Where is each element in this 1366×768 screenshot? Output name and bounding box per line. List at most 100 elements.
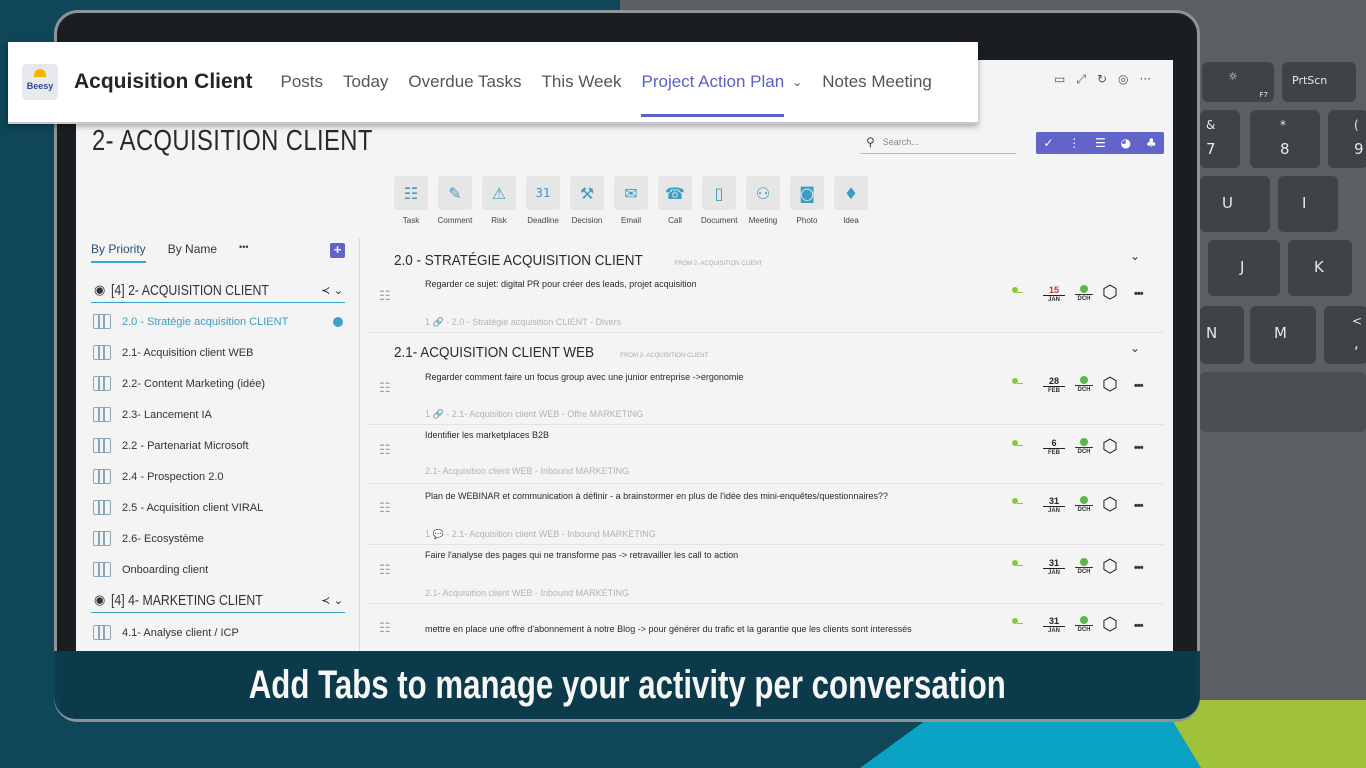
pin-icon[interactable] [1012,618,1023,628]
status-hexagon-icon[interactable]: ⬡ [1102,614,1118,635]
sidebar-item-lancement-ia[interactable]: 2.3- Lancement IA [93,407,212,422]
key-prtscn: PrtScn [1282,62,1356,102]
sidebar-item-acquisition-web[interactable]: 2.1- Acquisition client WEB [93,345,253,360]
owner-badge[interactable]: DCH [1073,285,1095,303]
sidebar-item-ecosysteme[interactable]: 2.6- Ecosystème [93,531,204,546]
share-collapse-icon[interactable]: ≺ ⌄ [321,284,343,297]
pin-icon[interactable] [1012,287,1023,297]
group-icon: ◉ [94,283,106,298]
task-title[interactable]: Regarder comment faire un focus group av… [425,372,743,382]
pin-icon[interactable] [1012,498,1023,508]
due-date[interactable]: 6 FEB [1043,438,1065,457]
comment-action-button[interactable]: ✎ Comment [437,176,473,225]
chevron-down-icon[interactable]: ⌄ [1130,341,1140,355]
owner-badge[interactable]: DCH [1073,438,1095,456]
status-hexagon-icon[interactable]: ⬡ [1102,556,1118,577]
search-input[interactable]: Search... [883,137,919,147]
section-header: 2.1- ACQUISITION CLIENT WEB FROM 2- ACQU… [394,344,709,361]
pin-icon[interactable] [1012,560,1023,570]
due-date[interactable]: 31 JAN [1043,496,1065,515]
share-collapse-icon[interactable]: ≺ ⌄ [321,594,343,607]
task-action-button[interactable]: ☷ Task [393,176,429,225]
tab-today[interactable]: Today [343,41,388,123]
photo-action-button[interactable]: ◙ Photo [789,176,825,225]
chevron-down-icon[interactable]: ⌄ [1130,249,1140,263]
group-header-acquisition[interactable]: ◉ [4] 2- ACQUISITION CLIENT ≺ ⌄ [91,279,345,303]
filter-sliders-icon[interactable]: ☰ [1095,136,1106,150]
calendar-icon: 31 [526,176,560,210]
tab-by-priority[interactable]: By Priority [91,242,146,263]
check-circle-icon[interactable]: ✓ [1043,136,1053,150]
task-title[interactable]: Faire l'analyse des pages qui ne transfo… [425,550,738,560]
touchpad [1200,372,1366,432]
deadline-action-button[interactable]: 31 Deadline [525,176,561,225]
pin-icon[interactable] [1012,378,1023,388]
status-hexagon-icon[interactable]: ⬡ [1102,494,1118,515]
chevron-down-icon[interactable]: ⌄ [792,75,802,89]
task-more-button[interactable]: ••• [1134,288,1144,300]
task-list-icon: ☷ [379,443,391,458]
task-more-button[interactable]: ••• [1134,442,1144,454]
org-chart-icon[interactable]: ⋮ [1068,136,1080,150]
task-more-button[interactable]: ••• [1134,500,1144,512]
gavel-icon: ⚒ [570,176,604,210]
tab-notes-meeting[interactable]: Notes Meeting [822,41,932,123]
meeting-action-button[interactable]: ⚇ Meeting [745,176,781,225]
group-header-marketing[interactable]: ◉ [4] 4- MARKETING CLIENT ≺ ⌄ [91,589,345,613]
avatar [1080,285,1088,293]
task-title[interactable]: Regarder ce sujet: digital PR pour créer… [425,279,697,289]
sidebar-item-content-marketing[interactable]: 2.2- Content Marketing (idée) [93,376,265,391]
idea-action-button[interactable]: ♦ Idea [833,176,869,225]
pin-icon[interactable] [1012,440,1023,450]
due-date[interactable]: 31 JAN [1043,616,1065,635]
add-topic-button[interactable]: + [330,243,345,258]
pie-chart-icon[interactable]: ◕ [1121,136,1131,150]
task-title[interactable]: Plan de WEBINAR et communication à défin… [425,491,888,501]
task-title[interactable]: mettre en place une offre d'abonnement à… [425,624,912,634]
due-date[interactable]: 28 FEB [1043,376,1065,395]
more-icon[interactable]: ··· [1140,72,1151,87]
section-header: 2.0 - STRATÉGIE ACQUISITION CLIENT FROM … [394,252,763,269]
team-icon[interactable]: ♣ [1146,136,1157,150]
task-more-button[interactable]: ••• [1134,380,1144,392]
chat-icon[interactable]: ▭ [1054,72,1065,87]
email-action-button[interactable]: ✉ Email [613,176,649,225]
globe-icon[interactable]: ◎ [1118,72,1128,87]
tab-posts[interactable]: Posts [281,41,324,123]
due-date[interactable]: 15 JAN [1043,285,1065,304]
tab-overdue-tasks[interactable]: Overdue Tasks [408,41,521,123]
key-i: I [1278,176,1338,232]
task-list-icon: ☷ [379,381,391,396]
task-more-button[interactable]: ••• [1134,562,1144,574]
task-title[interactable]: Identifier les marketplaces B2B [425,430,549,440]
status-hexagon-icon[interactable]: ⬡ [1102,374,1118,395]
owner-badge[interactable]: DCH [1073,558,1095,576]
sidebar-item-analyse-client[interactable]: 4.1- Analyse client / ICP [93,625,239,640]
owner-badge[interactable]: DCH [1073,496,1095,514]
status-hexagon-icon[interactable]: ⬡ [1102,436,1118,457]
task-more-button[interactable]: ••• [1134,620,1144,632]
key-comma: <, [1324,306,1366,364]
owner-badge[interactable]: DCH [1073,376,1095,394]
decision-action-button[interactable]: ⚒ Decision [569,176,605,225]
expand-icon[interactable]: ⤢ [1076,72,1086,87]
owner-badge[interactable]: DCH [1073,616,1095,634]
sidebar-item-onboarding[interactable]: Onboarding client [93,562,208,577]
tab-project-action-plan[interactable]: Project Action Plan ⌄ [641,41,802,123]
due-date[interactable]: 31 JAN [1043,558,1065,577]
status-hexagon-icon[interactable]: ⬡ [1102,282,1118,303]
document-action-button[interactable]: ▯ Document [701,176,737,225]
app-logo: Beesy [22,64,58,100]
sidebar-more-button[interactable]: ••• [239,242,248,263]
key-7: & 7 [1200,110,1240,168]
search-box[interactable]: ⚲ Search... [860,130,1016,154]
refresh-icon[interactable]: ↻ [1097,72,1107,87]
sidebar-item-viral[interactable]: 2.5 - Acquisition client VIRAL [93,500,263,515]
sidebar-item-prospection[interactable]: 2.4 - Prospection 2.0 [93,469,224,484]
call-action-button[interactable]: ☎ Call [657,176,693,225]
risk-action-button[interactable]: ⚠ Risk [481,176,517,225]
tab-by-name[interactable]: By Name [168,242,217,263]
sidebar-item-strategie[interactable]: 2.0 - Stratégie acquisition CLIENT [93,314,288,329]
sidebar-item-partenariat[interactable]: 2.2 - Partenariat Microsoft [93,438,249,453]
tab-this-week[interactable]: This Week [541,41,621,123]
